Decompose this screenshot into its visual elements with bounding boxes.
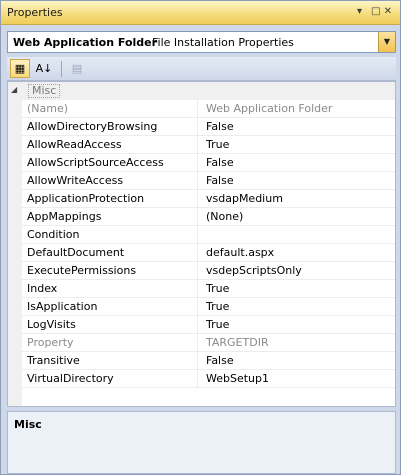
property-value[interactable]: vsdepScriptsOnly	[200, 262, 302, 280]
alphabetical-icon[interactable]: A↓	[34, 59, 54, 78]
pin-dropdown-icon[interactable]: ▾	[357, 5, 362, 19]
collapse-icon[interactable]: ◢	[11, 85, 17, 94]
property-name: AllowWriteAccess	[22, 172, 198, 190]
property-rows: (Name) Web Application Folder AllowDirecto…	[22, 100, 395, 388]
property-name: ExecutePermissions	[22, 262, 198, 280]
grid-gutter	[8, 82, 22, 406]
property-name: IsApplication	[22, 298, 198, 316]
title-bar[interactable]: Properties ▾ □ ✕	[1, 1, 400, 25]
properties-toolbar: ▦ A↓ ▤	[7, 57, 396, 81]
property-name: VirtualDirectory	[22, 370, 198, 388]
close-icon[interactable]: □ ✕	[371, 5, 392, 19]
property-row[interactable]: ApplicationProtection vsdapMedium	[22, 190, 395, 208]
property-name: Index	[22, 280, 198, 298]
property-name: AllowScriptSourceAccess	[22, 154, 198, 172]
property-row[interactable]: AllowReadAccess True	[22, 136, 395, 154]
description-title: Misc	[14, 418, 42, 431]
property-name: AllowDirectoryBrowsing	[22, 118, 198, 136]
property-row[interactable]: LogVisits True	[22, 316, 395, 334]
object-selector[interactable]: Web Application Folder File Installation…	[7, 31, 396, 53]
property-value[interactable]: False	[200, 352, 234, 370]
property-value[interactable]: Web Application Folder	[200, 100, 332, 118]
property-name: AllowReadAccess	[22, 136, 198, 154]
property-name: ApplicationProtection	[22, 190, 198, 208]
property-row[interactable]: DefaultDocument default.aspx	[22, 244, 395, 262]
property-row[interactable]: AllowWriteAccess False	[22, 172, 395, 190]
property-value[interactable]: False	[200, 154, 234, 172]
properties-window: Properties ▾ □ ✕ Web Application Folder …	[0, 0, 401, 475]
property-row[interactable]: Property TARGETDIR	[22, 334, 395, 352]
property-value[interactable]: (None)	[200, 208, 243, 226]
property-value[interactable]: WebSetup1	[200, 370, 269, 388]
categorized-icon[interactable]: ▦	[10, 59, 30, 78]
object-name: Web Application Folder	[13, 36, 158, 49]
property-name: DefaultDocument	[22, 244, 198, 262]
property-value[interactable]: True	[200, 280, 229, 298]
property-row[interactable]: Transitive False	[22, 352, 395, 370]
property-value[interactable]: True	[200, 298, 229, 316]
property-row[interactable]: VirtualDirectory WebSetup1	[22, 370, 395, 388]
property-grid: ◢ Misc (Name) Web Application Folder Allow…	[7, 81, 396, 407]
property-row[interactable]: AllowDirectoryBrowsing False	[22, 118, 395, 136]
property-row[interactable]: Index True	[22, 280, 395, 298]
property-value[interactable]	[200, 226, 206, 244]
window-title: Properties	[7, 6, 63, 19]
property-row[interactable]: Condition	[22, 226, 395, 244]
property-name: Condition	[22, 226, 198, 244]
description-panel: Misc	[7, 411, 396, 474]
property-name: Transitive	[22, 352, 198, 370]
property-row[interactable]: AllowScriptSourceAccess False	[22, 154, 395, 172]
property-name: (Name)	[22, 100, 198, 118]
property-name: LogVisits	[22, 316, 198, 334]
property-value[interactable]: default.aspx	[200, 244, 274, 262]
property-value[interactable]: TARGETDIR	[200, 334, 269, 352]
property-row[interactable]: IsApplication True	[22, 298, 395, 316]
property-row[interactable]: (Name) Web Application Folder	[22, 100, 395, 118]
property-pages-icon[interactable]: ▤	[67, 59, 87, 78]
property-name: Property	[22, 334, 198, 352]
object-type: File Installation Properties	[152, 36, 294, 49]
toolbar-separator	[61, 61, 62, 77]
property-row[interactable]: ExecutePermissions vsdepScriptsOnly	[22, 262, 395, 280]
property-value[interactable]: vsdapMedium	[200, 190, 283, 208]
property-value[interactable]: False	[200, 172, 234, 190]
property-value[interactable]: True	[200, 136, 229, 154]
property-value[interactable]: False	[200, 118, 234, 136]
property-name: AppMappings	[22, 208, 198, 226]
category-row[interactable]: ◢ Misc	[8, 82, 395, 100]
chevron-down-icon[interactable]: ▼	[378, 32, 395, 52]
property-row[interactable]: AppMappings (None)	[22, 208, 395, 226]
category-label: Misc	[28, 84, 61, 98]
property-value[interactable]: True	[200, 316, 229, 334]
